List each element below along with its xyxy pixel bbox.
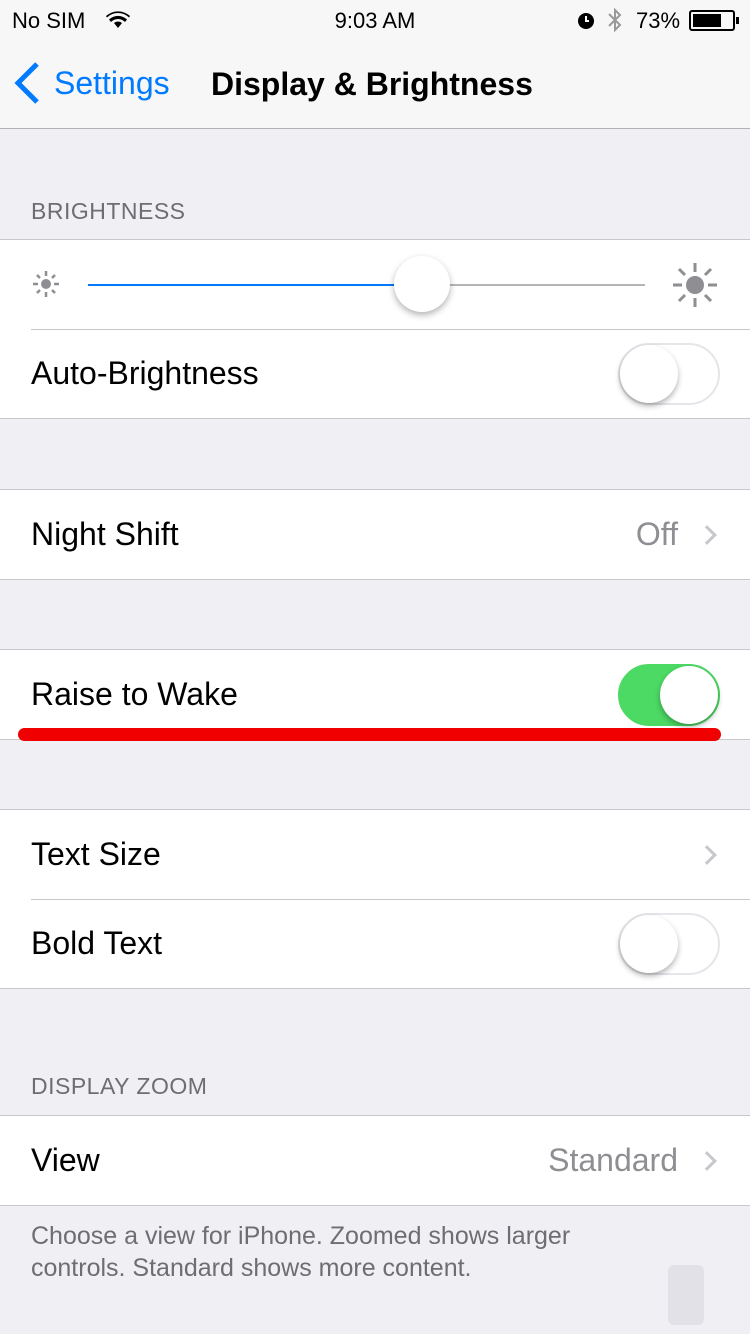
status-bar: No SIM 9:03 AM 73% (0, 0, 750, 40)
watermark-logo (668, 1265, 704, 1325)
text-group: Text Size Bold Text (0, 809, 750, 989)
slider-thumb[interactable] (394, 256, 451, 312)
page-title: Display & Brightness (211, 66, 533, 102)
section-header-brightness: BRIGHTNESS (31, 198, 186, 224)
bold-text-label: Bold Text (31, 925, 163, 961)
night-shift-value: Off (635, 516, 678, 552)
navigation-bar: Settings Display & Brightness (0, 40, 750, 129)
night-shift-row[interactable]: Night Shift Off (0, 490, 750, 579)
back-label: Settings (54, 64, 170, 101)
alarm-icon (578, 13, 594, 29)
battery-icon (689, 10, 735, 31)
chevron-left-icon (14, 62, 39, 104)
sun-small-icon (33, 271, 59, 297)
view-value: Standard (548, 1142, 678, 1178)
brightness-slider-row (0, 240, 750, 329)
bold-text-row: Bold Text (0, 899, 750, 988)
battery-percent: 73% (636, 8, 681, 33)
night-shift-label: Night Shift (31, 516, 179, 552)
brightness-group: Auto-Brightness (0, 239, 750, 419)
auto-brightness-label: Auto-Brightness (31, 355, 259, 391)
sun-large-icon (673, 263, 717, 307)
night-shift-group: Night Shift Off (0, 489, 750, 580)
chevron-right-icon (697, 844, 717, 865)
chevron-right-icon (697, 1150, 717, 1171)
highlight-underline (18, 728, 721, 741)
raise-to-wake-row: Raise to Wake (0, 650, 750, 739)
bluetooth-icon (608, 7, 622, 33)
section-header-display-zoom: DISPLAY ZOOM (31, 1073, 208, 1099)
chevron-right-icon (697, 524, 717, 545)
auto-brightness-toggle[interactable] (618, 342, 720, 405)
text-size-row[interactable]: Text Size (0, 810, 750, 899)
display-zoom-footer: Choose a view for iPhone. Zoomed shows l… (31, 1222, 571, 1282)
raise-to-wake-group: Raise to Wake (0, 649, 750, 740)
bold-text-toggle[interactable] (618, 912, 720, 975)
display-zoom-group: View Standard (0, 1115, 750, 1206)
view-row[interactable]: View Standard (0, 1116, 750, 1205)
raise-to-wake-label: Raise to Wake (31, 676, 238, 712)
raise-to-wake-toggle[interactable] (618, 663, 720, 726)
text-size-label: Text Size (31, 836, 161, 872)
view-label: View (31, 1142, 100, 1178)
back-button[interactable]: Settings (14, 62, 170, 104)
brightness-slider[interactable] (88, 256, 645, 312)
auto-brightness-row: Auto-Brightness (0, 329, 750, 418)
